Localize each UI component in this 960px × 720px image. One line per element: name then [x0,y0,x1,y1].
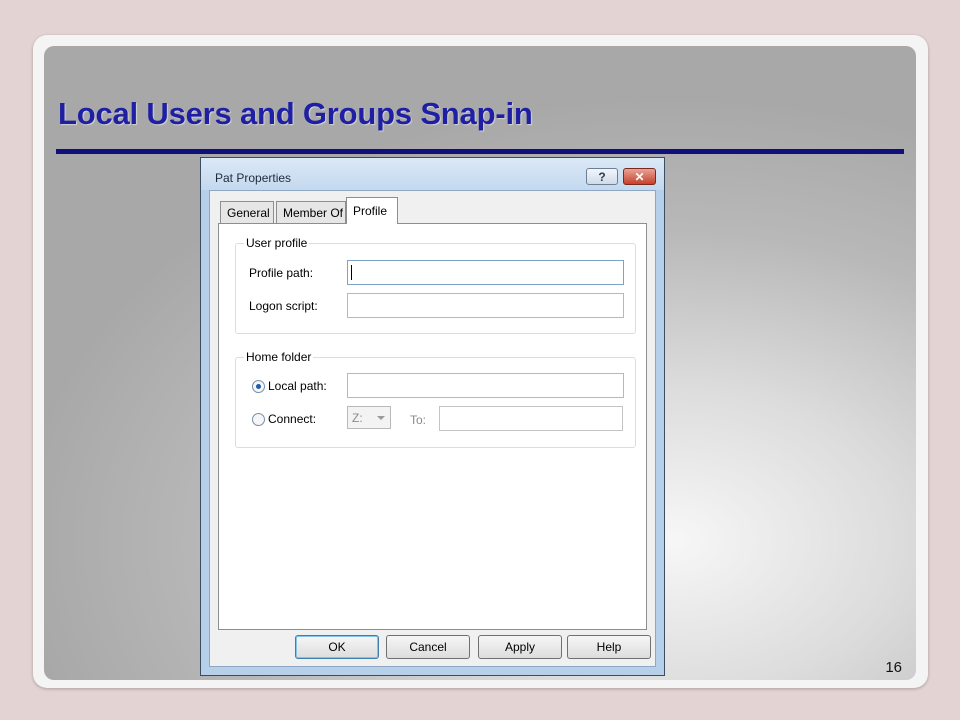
drive-letter-value: Z: [352,410,363,425]
cancel-button[interactable]: Cancel [386,635,470,659]
close-icon: ✕ [634,169,645,184]
logon-script-label: Logon script: [249,299,318,313]
chevron-down-icon [377,416,385,420]
tab-profile[interactable]: Profile [346,197,398,224]
drive-letter-select[interactable]: Z: [347,406,391,429]
user-profile-group: User profile Profile path: Logon script: [235,236,636,334]
help-title-button[interactable]: ? [586,168,618,185]
dialog-titlebar[interactable]: Pat Properties ? ✕ [201,158,664,190]
home-folder-group: Home folder Local path: Connect: Z: To: [235,350,636,448]
slide-title: Local Users and Groups Snap-in [58,96,533,131]
dialog-body: General Member Of Profile User profile P… [209,190,656,667]
logon-script-input[interactable] [347,293,624,318]
dialog-title: Pat Properties [215,171,292,185]
tab-member-of[interactable]: Member Of [276,201,346,223]
profile-path-input[interactable] [347,260,624,285]
slide-number: 16 [885,659,902,676]
connect-to-input[interactable] [439,406,623,431]
connect-label[interactable]: Connect: [268,412,316,426]
close-button[interactable]: ✕ [623,168,656,185]
question-mark-icon: ? [598,169,606,184]
title-underline [56,149,904,154]
home-folder-legend: Home folder [244,350,314,364]
local-path-radio[interactable] [252,380,265,393]
profile-tab-panel: User profile Profile path: Logon script:… [218,223,647,630]
to-label: To: [410,413,427,427]
local-path-label[interactable]: Local path: [268,379,327,393]
local-path-input[interactable] [347,373,624,398]
user-profile-legend: User profile [244,236,310,250]
connect-radio[interactable] [252,413,265,426]
tab-general[interactable]: General [220,201,274,223]
profile-path-label: Profile path: [249,266,314,280]
ok-button[interactable]: OK [295,635,379,659]
help-button[interactable]: Help [567,635,651,659]
pat-properties-dialog: Pat Properties ? ✕ General Member Of Pro… [200,157,665,676]
apply-button[interactable]: Apply [478,635,562,659]
text-caret [351,265,352,280]
